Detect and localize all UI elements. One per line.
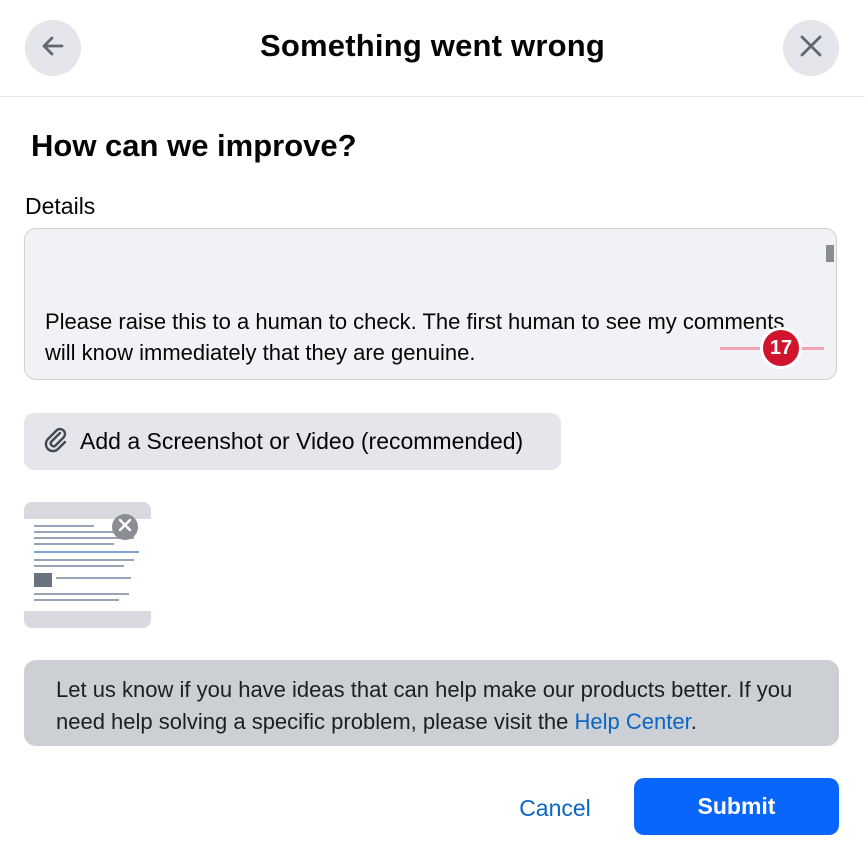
help-center-link[interactable]: Help Center (575, 709, 691, 734)
add-screenshot-button[interactable]: Add a Screenshot or Video (recommended) (24, 413, 561, 470)
details-textarea[interactable]: Please raise this to a human to check. T… (24, 228, 837, 380)
remove-attachment-button[interactable] (112, 514, 138, 540)
close-icon (798, 33, 824, 64)
paperclip-icon (42, 425, 70, 458)
grammar-check-badge[interactable]: 17 (720, 325, 824, 371)
feedback-info-box: Let us know if you have ideas that can h… (24, 660, 839, 746)
details-text[interactable]: Please raise this to a human to check. T… (45, 275, 785, 379)
add-screenshot-label: Add a Screenshot or Video (recommended) (80, 428, 524, 454)
close-icon (118, 518, 132, 537)
section-title: How can we improve? (31, 128, 357, 163)
cancel-button[interactable]: Cancel (496, 786, 614, 830)
grammar-issue-count[interactable]: 17 (760, 327, 802, 369)
attachment-thumbnail[interactable] (24, 502, 151, 628)
textarea-scrollbar[interactable] (826, 245, 834, 262)
close-button[interactable] (783, 20, 839, 76)
dialog-title: Something went wrong (260, 28, 605, 63)
dialog-header: Something went wrong (0, 0, 865, 97)
info-text-end: . (690, 709, 697, 734)
details-label: Details (25, 193, 96, 219)
submit-button[interactable]: Submit (634, 778, 839, 835)
